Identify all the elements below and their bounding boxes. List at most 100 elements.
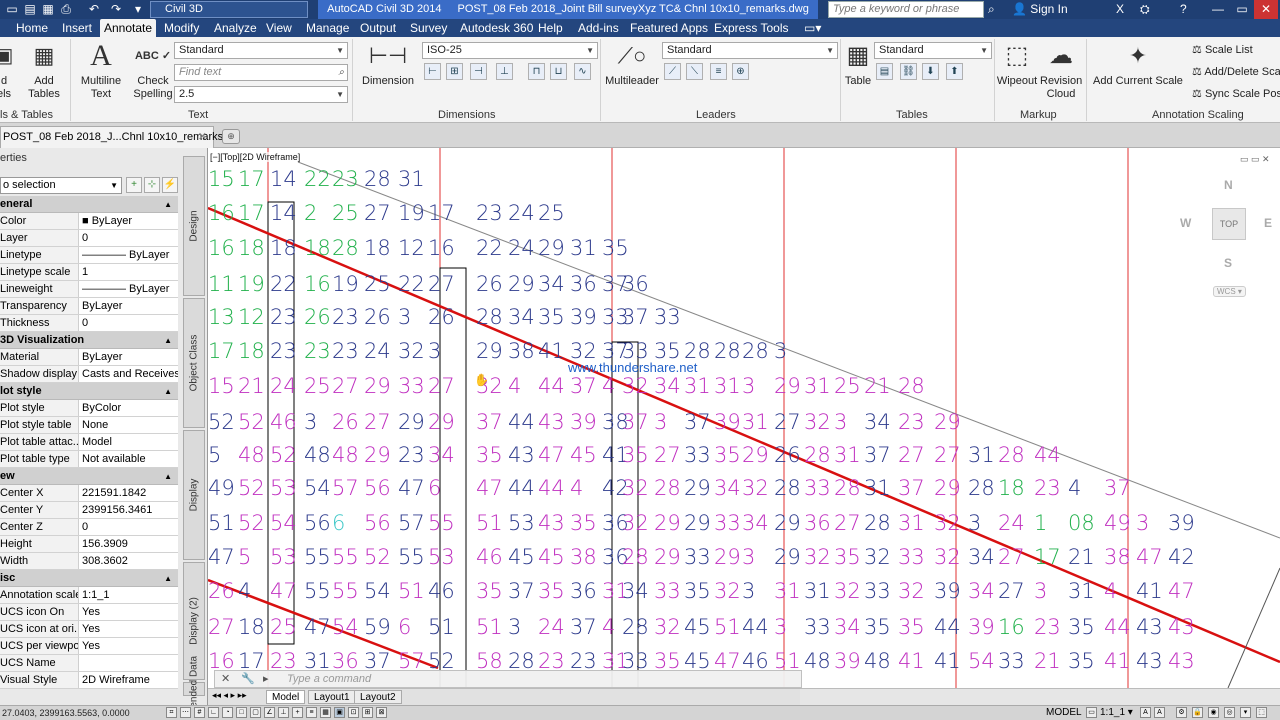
- level-value-text[interactable]: 44: [1034, 443, 1061, 467]
- level-value-text[interactable]: 18: [304, 236, 331, 260]
- tab-help[interactable]: Help: [534, 19, 567, 37]
- level-value-text[interactable]: 54: [270, 511, 297, 535]
- level-value-text[interactable]: 56: [364, 476, 391, 500]
- add-leader-icon[interactable]: ⟋: [664, 63, 681, 80]
- command-line[interactable]: ✕ 🔧 ▸ Type a command: [214, 670, 802, 688]
- level-value-text[interactable]: 11: [208, 272, 235, 296]
- level-value-text[interactable]: 17: [238, 201, 265, 225]
- level-value-text[interactable]: 27: [654, 443, 681, 467]
- level-value-text[interactable]: 28: [998, 443, 1025, 467]
- level-value-text[interactable]: 17: [428, 201, 455, 225]
- level-value-text[interactable]: 35: [476, 579, 503, 603]
- a360-icon[interactable]: ⛭: [1140, 2, 1150, 17]
- level-value-text[interactable]: 2: [304, 201, 317, 225]
- level-value-text[interactable]: 28: [804, 443, 831, 467]
- level-value-text[interactable]: 23: [1034, 476, 1061, 500]
- level-value-text[interactable]: 46: [476, 545, 503, 569]
- tab-home[interactable]: Home: [12, 19, 52, 37]
- close-command-icon[interactable]: ✕: [221, 671, 230, 687]
- sync-scale-button[interactable]: ⚖ Sync Scale Posi: [1192, 87, 1280, 100]
- level-value-text[interactable]: 35: [538, 305, 565, 329]
- property-value[interactable]: 2D Wireframe: [79, 672, 178, 688]
- tab-analyze[interactable]: Analyze: [210, 19, 261, 37]
- property-row[interactable]: UCS icon On Yes: [0, 604, 178, 621]
- property-value[interactable]: ByLayer: [79, 349, 178, 365]
- level-value-text[interactable]: 44: [508, 410, 535, 434]
- level-value-text[interactable]: 35: [476, 443, 503, 467]
- level-value-text[interactable]: 44: [1104, 615, 1131, 639]
- tables-group-label-2[interactable]: Tables: [896, 108, 928, 122]
- level-value-text[interactable]: 3: [1136, 511, 1149, 535]
- tab-nav-arrows[interactable]: ◂◂ ◂ ▸ ▸▸: [212, 690, 247, 701]
- level-value-text[interactable]: 16: [304, 272, 331, 296]
- find-replace-icon[interactable]: ⌕: [338, 65, 344, 80]
- level-value-text[interactable]: 46: [428, 579, 455, 603]
- property-value[interactable]: 1:1_1: [79, 587, 178, 603]
- level-value-text[interactable]: 34: [968, 545, 995, 569]
- level-value-text[interactable]: 12: [398, 236, 425, 260]
- level-value-text[interactable]: 43: [508, 443, 535, 467]
- level-value-text[interactable]: 56: [364, 511, 391, 535]
- snap-icon[interactable]: ⋯: [180, 707, 191, 718]
- level-value-text[interactable]: 54: [968, 649, 995, 673]
- extract-data-icon[interactable]: ▤: [876, 63, 893, 80]
- level-value-text[interactable]: 23: [304, 339, 331, 363]
- download-data-icon[interactable]: ⬇: [922, 63, 939, 80]
- level-value-text[interactable]: 21: [1068, 545, 1095, 569]
- property-row[interactable]: Plot style ByColor: [0, 400, 178, 417]
- level-value-text[interactable]: 25: [332, 201, 359, 225]
- level-value-text[interactable]: 39: [570, 305, 597, 329]
- level-value-text[interactable]: 4: [508, 374, 521, 398]
- level-value-text[interactable]: 37: [622, 305, 649, 329]
- level-value-text[interactable]: 33: [714, 511, 741, 535]
- level-value-text[interactable]: 34: [622, 579, 649, 603]
- level-value-text[interactable]: 33: [864, 579, 891, 603]
- level-value-text[interactable]: 33: [684, 443, 711, 467]
- level-value-text[interactable]: 15: [208, 167, 235, 191]
- table-style-select[interactable]: Standard ▼: [874, 42, 992, 59]
- level-value-text[interactable]: 32: [934, 511, 961, 535]
- wcs-menu[interactable]: WCS ▾: [1213, 286, 1246, 297]
- help-icon[interactable]: ?: [1180, 2, 1187, 16]
- property-value[interactable]: 0: [79, 315, 178, 331]
- level-value-text[interactable]: 18: [364, 236, 391, 260]
- property-row[interactable]: Visual Style 2D Wireframe: [0, 672, 178, 689]
- level-value-text[interactable]: 49: [1104, 511, 1131, 535]
- property-row[interactable]: Transparency ByLayer: [0, 298, 178, 315]
- collapse-icon[interactable]: ▲: [164, 468, 172, 485]
- property-row[interactable]: Plot style table None: [0, 417, 178, 434]
- save-as-icon[interactable]: ▦: [40, 2, 56, 16]
- level-value-text[interactable]: 36: [570, 579, 597, 603]
- text-style-select[interactable]: Standard ▼: [174, 42, 348, 59]
- level-value-text[interactable]: 37: [508, 579, 535, 603]
- level-value-text[interactable]: 25: [364, 272, 391, 296]
- quick-access-dropdown-icon[interactable]: ▾: [130, 2, 146, 16]
- level-value-text[interactable]: 52: [238, 511, 265, 535]
- level-value-text[interactable]: 19: [332, 272, 359, 296]
- property-section-header[interactable]: 3D Visualization ▲: [0, 332, 178, 349]
- level-value-text[interactable]: 31: [834, 443, 861, 467]
- level-value-text[interactable]: 3: [1034, 579, 1047, 603]
- labels-button[interactable]: ▣ d els: [0, 40, 14, 101]
- mleader-style-select[interactable]: Standard ▼: [662, 42, 838, 59]
- level-value-text[interactable]: 45: [508, 545, 535, 569]
- print-icon[interactable]: ⎙: [58, 2, 74, 17]
- level-value-text[interactable]: 16: [428, 236, 455, 260]
- dim-space-icon[interactable]: ⊓: [528, 63, 545, 80]
- level-value-text[interactable]: 19: [398, 201, 425, 225]
- level-value-text[interactable]: 4: [602, 615, 615, 639]
- minimize-button[interactable]: —: [1206, 0, 1230, 19]
- level-value-text[interactable]: 31: [774, 579, 801, 603]
- level-value-text[interactable]: 37: [570, 374, 597, 398]
- level-value-text[interactable]: 54: [364, 579, 391, 603]
- redo-icon[interactable]: ↷: [108, 2, 124, 16]
- level-value-text[interactable]: 35: [1068, 649, 1095, 673]
- level-value-text[interactable]: 33: [684, 545, 711, 569]
- level-value-text[interactable]: 21: [864, 374, 891, 398]
- collect-leader-icon[interactable]: ⊕: [732, 63, 749, 80]
- viewcube[interactable]: N W E S TOP: [1178, 176, 1272, 296]
- drawing-area[interactable]: 15 17 14 22 23 28 31 16 17 14 2 25 27 19 17 23 24 25 16 18 1…: [208, 148, 1280, 688]
- property-value[interactable]: 156.3909: [79, 536, 178, 552]
- property-row[interactable]: Plot table attac... Model: [0, 434, 178, 451]
- level-value-text[interactable]: 18: [238, 236, 265, 260]
